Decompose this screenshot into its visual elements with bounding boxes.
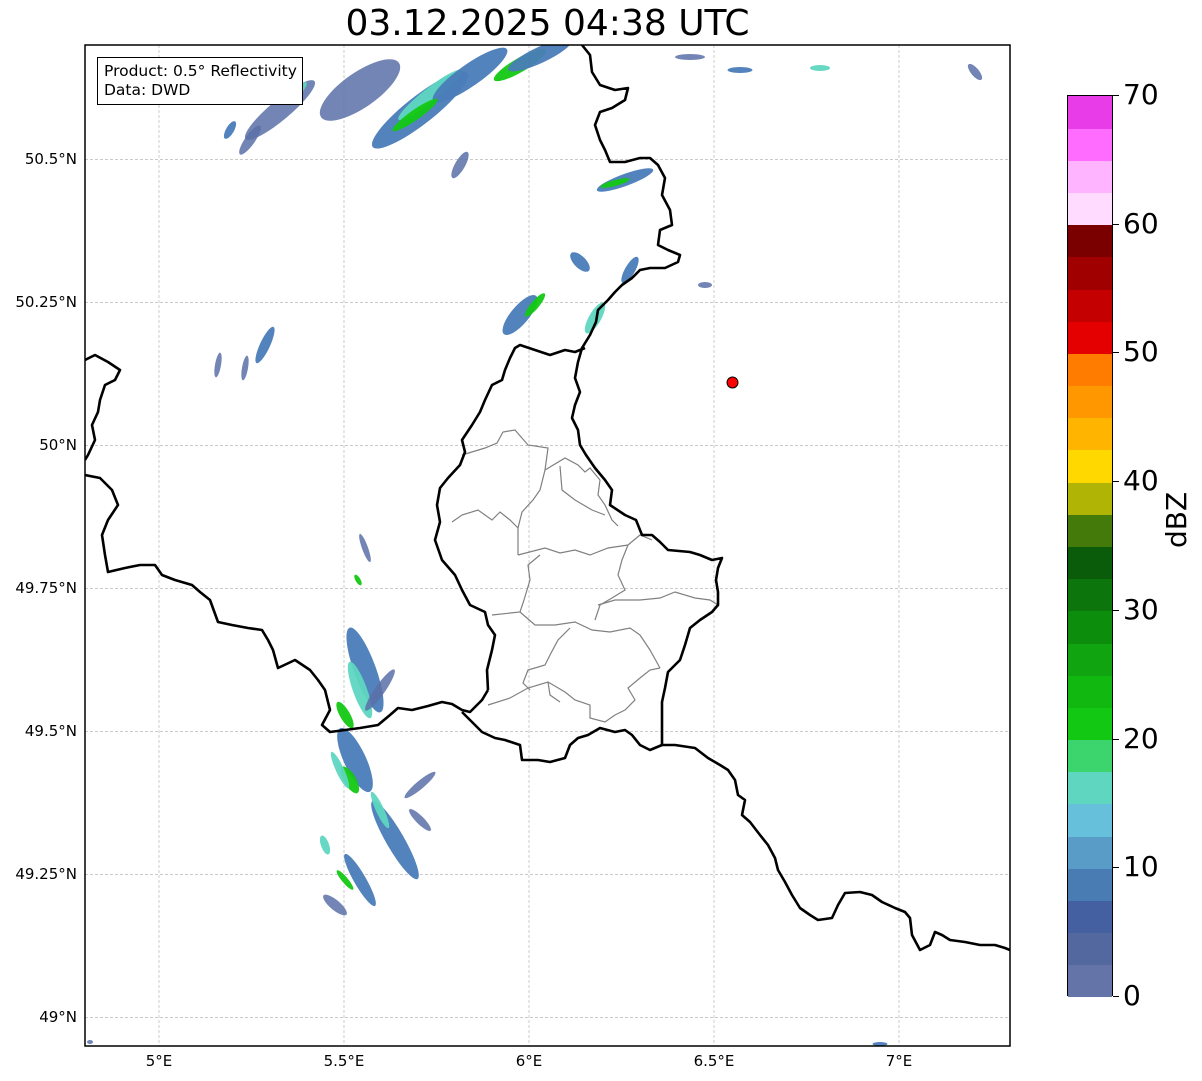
- colorbar-segment: [1068, 385, 1112, 419]
- colorbar-segment: [1068, 771, 1112, 805]
- colorbar-segment: [1068, 643, 1112, 676]
- colorbar-segment: [1068, 932, 1112, 966]
- colorbar-segment: [1068, 160, 1112, 194]
- lat-label: 49°N: [39, 1008, 77, 1027]
- echo-cell: [323, 894, 347, 916]
- colorbar-segment: [1068, 546, 1112, 580]
- colorbar-segment: [1068, 128, 1112, 161]
- colorbar-tick-mark: [1113, 609, 1119, 611]
- colorbar-tick-label: 50: [1123, 335, 1159, 369]
- echo-cell: [810, 65, 830, 71]
- radar-map: [84, 44, 1011, 1047]
- echo-cell: [698, 282, 712, 288]
- lon-label: 5°E: [145, 1052, 173, 1070]
- colorbar-segment: [1068, 836, 1112, 869]
- colorbar-segment: [1068, 289, 1112, 322]
- colorbar-segment: [1068, 514, 1112, 547]
- data-source-label: Data: DWD: [104, 81, 191, 99]
- lon-label: 7°E: [885, 1052, 913, 1070]
- lon-label: 5.5°E: [323, 1052, 365, 1070]
- colorbar-segment: [1068, 353, 1112, 387]
- colorbar-segment: [1068, 675, 1112, 708]
- radar-site-marker: [726, 376, 739, 389]
- country-borders: [85, 45, 1010, 952]
- colorbar-tick-mark: [1113, 223, 1119, 225]
- colorbar-tick-label: 20: [1123, 721, 1159, 755]
- colorbar-tick-label: 10: [1123, 850, 1159, 884]
- echo-cell: [409, 809, 431, 831]
- product-label: Product: 0.5° Reflectivity: [104, 62, 297, 80]
- colorbar-segment: [1068, 610, 1112, 644]
- echo-cell: [336, 701, 354, 729]
- lat-label: 50.5°N: [24, 150, 77, 169]
- echo-cell: [319, 835, 331, 855]
- colorbar-segment: [1068, 96, 1112, 129]
- lat-label: 50°N: [39, 436, 77, 455]
- colorbar-tick-label: 0: [1123, 979, 1141, 1012]
- echo-cell: [570, 252, 590, 272]
- colorbar: [1067, 95, 1113, 998]
- echo-cell: [502, 294, 538, 336]
- colorbar-segment: [1068, 578, 1112, 612]
- echo-cell: [584, 302, 606, 334]
- echo-cell: [675, 54, 705, 60]
- echo-cell: [451, 151, 469, 179]
- colorbar-segment: [1068, 449, 1112, 483]
- echo-cell: [354, 574, 362, 586]
- colorbar-tick-mark: [1113, 95, 1119, 96]
- colorbar-tick-mark: [1113, 738, 1119, 740]
- lat-label: 49.5°N: [24, 722, 77, 741]
- lon-label: 6.5°E: [693, 1052, 735, 1070]
- lat-label: 50.25°N: [15, 293, 77, 312]
- colorbar-tick-label: 30: [1123, 592, 1159, 626]
- colorbar-segment: [1068, 868, 1112, 901]
- colorbar-unit-label: dBZ: [1160, 491, 1193, 548]
- product-info-box: Product: 0.5° Reflectivity Data: DWD: [97, 57, 303, 105]
- echo-cell: [967, 63, 983, 81]
- colorbar-tick-label: 40: [1123, 464, 1159, 498]
- radar-echoes: [87, 45, 983, 1046]
- colorbar-tick-mark: [1113, 867, 1119, 869]
- lat-label: 49.25°N: [15, 865, 77, 884]
- echo-cell: [87, 1040, 93, 1044]
- lon-label: 6°E: [515, 1052, 543, 1070]
- colorbar-segment: [1068, 192, 1112, 226]
- colorbar-segment: [1068, 321, 1112, 354]
- colorbar-tick-label: 70: [1123, 78, 1159, 111]
- colorbar-segment: [1068, 707, 1112, 741]
- lat-label: 49.75°N: [15, 579, 77, 598]
- colorbar-tick-mark: [1113, 996, 1119, 997]
- echo-cell: [508, 45, 572, 72]
- echo-cell: [241, 355, 249, 381]
- echo-cell: [223, 121, 237, 139]
- colorbar-segment: [1068, 803, 1112, 837]
- colorbar-segment: [1068, 964, 1112, 998]
- colorbar-tick-mark: [1113, 352, 1119, 354]
- echo-cell: [255, 326, 275, 364]
- echo-cell: [404, 771, 436, 799]
- echo-cell: [727, 67, 753, 73]
- colorbar-segment: [1068, 482, 1112, 515]
- echo-cell: [371, 800, 419, 880]
- colorbar-segment: [1068, 224, 1112, 258]
- echo-cell: [214, 352, 222, 378]
- colorbar-tick-mark: [1113, 481, 1119, 483]
- colorbar-segment: [1068, 417, 1112, 451]
- colorbar-tick-label: 60: [1123, 206, 1159, 240]
- colorbar-segment: [1068, 739, 1112, 773]
- admin-boundaries: [451, 429, 719, 723]
- colorbar-segment: [1068, 256, 1112, 290]
- echo-cell: [359, 533, 371, 563]
- colorbar-segment: [1068, 900, 1112, 934]
